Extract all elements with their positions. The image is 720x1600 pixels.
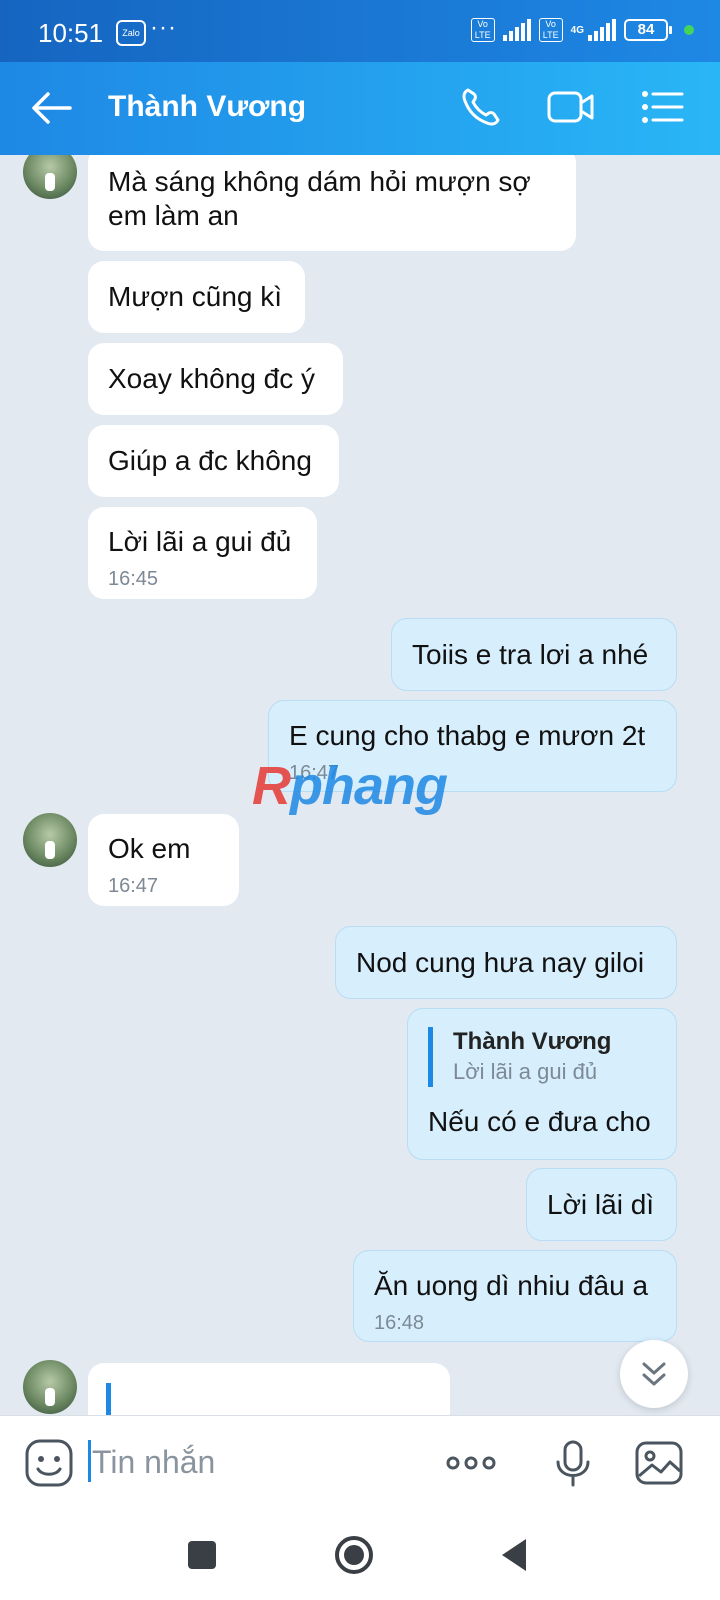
- status-icons: Vo LTE Vo LTE 4G 84: [470, 18, 694, 42]
- message-text: Nod cung hưa nay giloi: [356, 947, 645, 978]
- message-input[interactable]: Tin nhắn: [92, 1444, 215, 1481]
- reply-quote-bar: [106, 1383, 111, 1415]
- phone-icon[interactable]: [458, 84, 504, 130]
- message-input-bar: Tin nhắn: [0, 1415, 720, 1516]
- privacy-indicator-dot: [684, 25, 694, 35]
- message-text: Ăn uong dì nhiu đâu a: [374, 1270, 649, 1301]
- message-text: Lời lãi dì: [547, 1189, 655, 1220]
- avatar[interactable]: [23, 1360, 77, 1414]
- menu-list-icon[interactable]: [640, 84, 686, 130]
- message-text: Ok em: [108, 833, 191, 864]
- message-text: Xoay không đc ý: [108, 363, 316, 394]
- message-text: Nếu có e đưa cho: [428, 1106, 651, 1137]
- message-bubble-incoming[interactable]: Xoay không đc ý: [88, 343, 343, 415]
- message-bubble-incoming[interactable]: Giúp a đc không: [88, 425, 339, 497]
- message-bubble-incoming-partial[interactable]: [88, 1363, 450, 1415]
- message-text: Mượn cũng kì: [108, 281, 283, 312]
- message-bubble-outgoing-reply[interactable]: Thành Vương Lời lãi a gui đủ Nếu có e đư…: [407, 1008, 677, 1160]
- message-timestamp: 16:45: [108, 568, 159, 590]
- message-bubble-outgoing[interactable]: Toiis e tra lơi a nhé: [391, 618, 677, 691]
- quote-text: Lời lãi a gui đủ: [453, 1059, 598, 1084]
- message-text: Giúp a đc không: [108, 445, 312, 476]
- message-text: em làm an: [108, 200, 239, 231]
- reply-quote[interactable]: Thành Vương Lời lãi a gui đủ: [428, 1027, 611, 1087]
- message-bubble-incoming[interactable]: Mà sáng không dám hỏi mượn sợ em làm an: [88, 155, 576, 251]
- video-call-icon[interactable]: [546, 84, 596, 130]
- avatar[interactable]: [23, 813, 77, 867]
- back-arrow-icon[interactable]: [30, 88, 74, 128]
- microphone-icon[interactable]: [548, 1438, 598, 1488]
- sticker-icon[interactable]: [24, 1438, 74, 1488]
- message-text: Toiis e tra lơi a nhé: [412, 639, 649, 670]
- home-circle-icon[interactable]: [332, 1533, 376, 1577]
- double-chevron-down-icon: [642, 1362, 666, 1386]
- volte-icon-2: Vo LTE: [538, 18, 563, 42]
- message-bubble-outgoing[interactable]: E cung cho thabg e mươn 2t 16:47: [268, 700, 677, 792]
- image-icon[interactable]: [634, 1438, 684, 1488]
- system-nav-bar: [0, 1515, 720, 1600]
- scroll-to-bottom-button[interactable]: [620, 1340, 688, 1408]
- message-timestamp: 16:47: [289, 762, 340, 784]
- battery-icon: 84: [624, 19, 672, 41]
- quote-author: Thành Vương: [453, 1028, 612, 1055]
- chat-header: Thành Vương: [0, 62, 720, 155]
- contact-name[interactable]: Thành Vương: [108, 90, 306, 124]
- recents-square-icon[interactable]: [180, 1533, 224, 1577]
- message-bubble-outgoing[interactable]: Lời lãi dì: [526, 1168, 677, 1241]
- status-time: 10:51: [38, 18, 104, 48]
- text-caret: [88, 1440, 91, 1482]
- network-type: 4G: [570, 24, 584, 36]
- message-timestamp: 16:48: [374, 1312, 425, 1334]
- message-bubble-incoming[interactable]: Mượn cũng kì: [88, 261, 305, 333]
- message-text: E cung cho thabg e mươn 2t: [289, 720, 646, 751]
- avatar[interactable]: [23, 155, 77, 199]
- message-text: Lời lãi a gui đủ: [108, 526, 292, 557]
- message-bubble-outgoing[interactable]: Nod cung hưa nay giloi: [335, 926, 677, 999]
- message-bubble-incoming[interactable]: Lời lãi a gui đủ 16:45: [88, 507, 317, 599]
- volte-icon: Vo LTE: [470, 18, 495, 42]
- signal-icon-2: [588, 19, 616, 41]
- signal-icon: [502, 19, 531, 41]
- message-list[interactable]: Mà sáng không dám hỏi mượn sợ em làm an …: [0, 155, 720, 1415]
- message-timestamp: 16:47: [108, 875, 159, 897]
- back-triangle-icon[interactable]: [494, 1533, 538, 1577]
- zalo-app-icon: Zalo: [116, 20, 146, 46]
- message-bubble-outgoing[interactable]: Ăn uong dì nhiu đâu a 16:48: [353, 1250, 677, 1342]
- more-dots-icon[interactable]: [444, 1438, 498, 1488]
- more-notifications-icon: ···: [150, 14, 177, 41]
- message-bubble-incoming[interactable]: Ok em 16:47: [88, 814, 239, 906]
- status-bar: 10:51 Zalo ··· Vo LTE Vo LTE 4G 84: [0, 0, 720, 62]
- message-text: Mà sáng không dám hỏi mượn sợ: [108, 166, 531, 197]
